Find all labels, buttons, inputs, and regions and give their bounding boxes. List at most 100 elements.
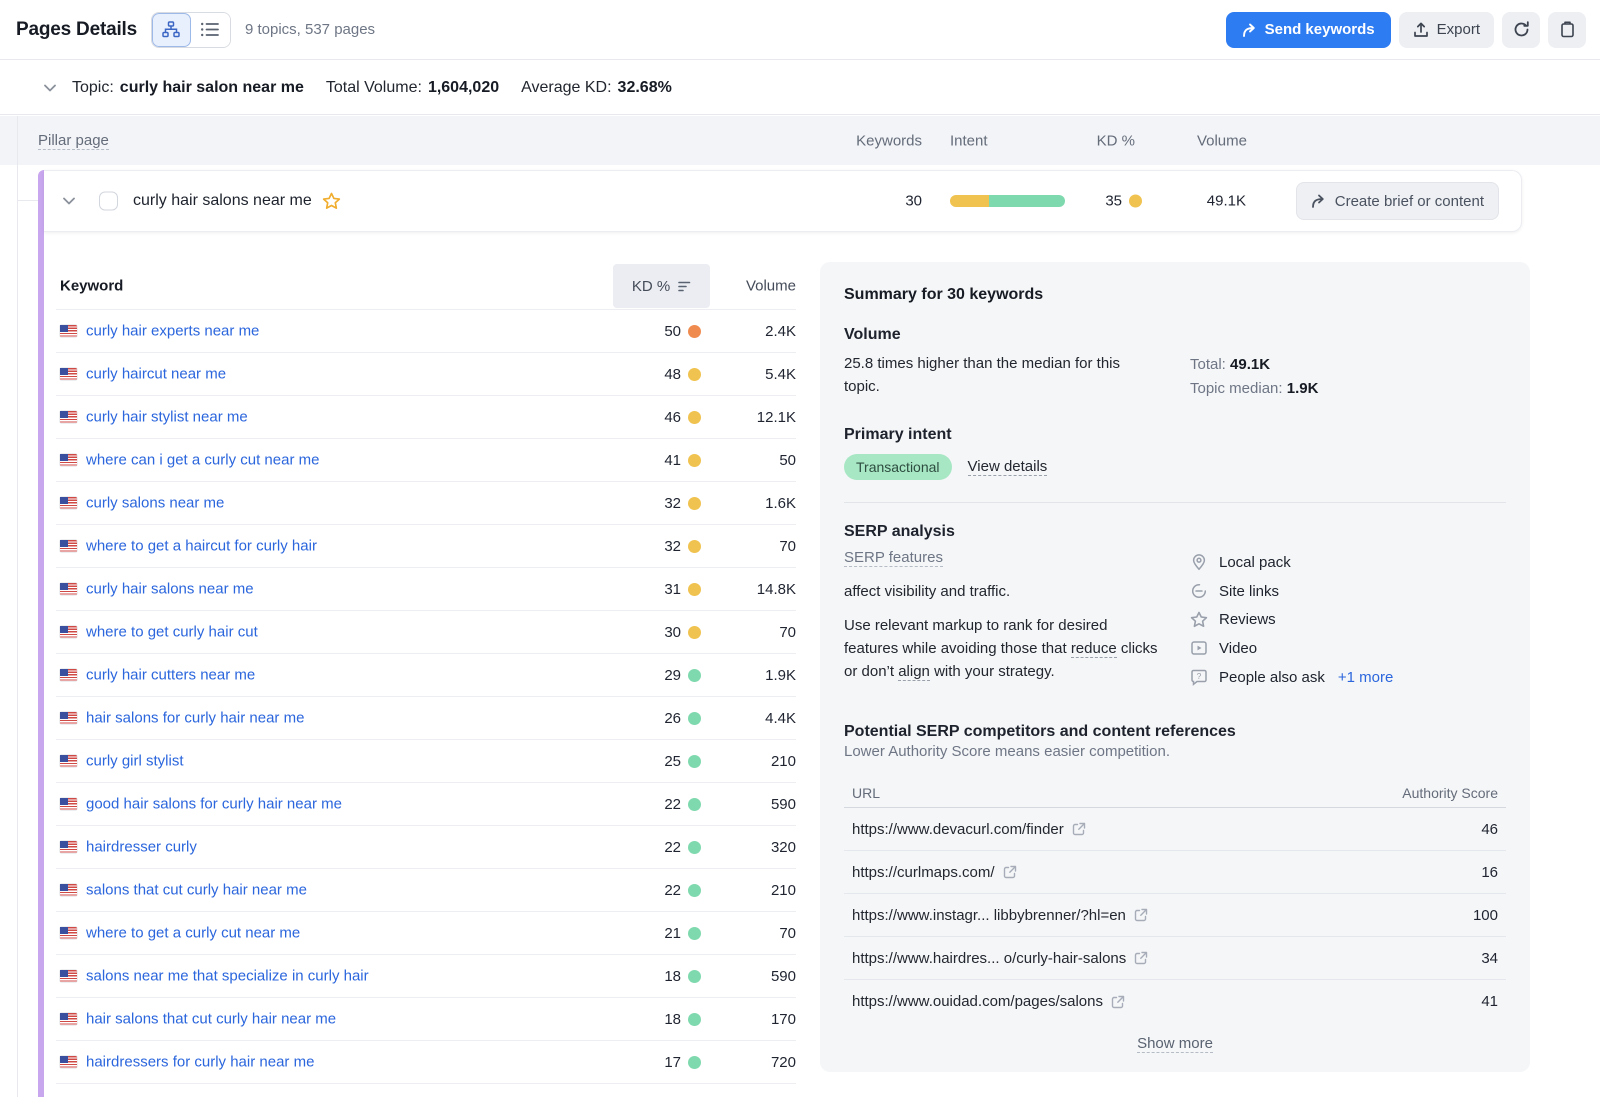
competitor-url-link[interactable]: https://www.ouidad.com/pages/salons [852,993,1125,1010]
keyword-link[interactable]: hairdressers for curly hair near me [86,1054,314,1071]
keyword-row: curly girl stylist 25 210 [56,740,796,783]
align-link[interactable]: align [898,663,930,681]
refresh-button[interactable] [1502,12,1540,48]
us-flag-icon [60,798,77,810]
sort-descending-icon [678,281,691,292]
competitor-url-link[interactable]: https://www.instagr... libbybrenner/?hl=… [852,907,1148,924]
kd-dot [688,798,701,811]
video-icon [1190,639,1208,657]
keyword-link[interactable]: curly girl stylist [86,753,184,770]
keyword-row: curly haircut near me 48 5.4K [56,353,796,396]
kd-value: 21 [664,925,681,942]
view-details-link[interactable]: View details [968,458,1048,476]
volume-value: 320 [706,826,796,868]
show-more-link[interactable]: Show more [1137,1035,1213,1053]
pillar-page-header[interactable]: Pillar page [38,132,109,150]
keyword-row: curly hair experts near me 50 2.4K [56,310,796,353]
create-brief-button[interactable]: Create brief or content [1296,182,1499,220]
kd-cell: 32 [596,482,701,524]
volume-value: 2.4K [706,310,796,352]
list-view-toggle[interactable] [191,13,230,47]
us-flag-icon [60,927,77,939]
keyword-link[interactable]: hair salons that cut curly hair near me [86,1011,336,1028]
serp-feature-local-pack: Local pack [1190,553,1506,571]
keyword-row: where can i get a curly cut near me 41 5… [56,439,796,482]
keyword-link[interactable]: curly salons near me [86,495,224,512]
competitors-table-header: URL Authority Score [844,778,1506,808]
site-links-icon [1190,582,1208,600]
keyword-link[interactable]: curly hair cutters near me [86,667,255,684]
competitor-url-link[interactable]: https://www.hairdres... o/curly-hair-sal… [852,950,1148,967]
kd-column-header: KD % [1060,132,1135,149]
authority-score-value: 46 [1481,821,1498,838]
pillar-collapse-chevron-icon[interactable] [63,197,75,205]
keyword-link[interactable]: curly haircut near me [86,366,226,383]
keyword-row: hair salons that cut curly hair near me … [56,998,796,1041]
us-flag-icon [60,368,77,380]
view-toggle [151,12,231,48]
kd-value: 48 [664,366,681,383]
kd-cell: 50 [596,310,701,352]
tree-view-toggle[interactable] [152,13,191,47]
topic-name: curly hair salon near me [120,79,304,97]
topic-collapse-chevron-icon[interactable] [44,84,56,92]
us-flag-icon [60,1056,77,1068]
keyword-row: good hair salons for curly hair near me … [56,783,796,826]
authority-score-header: Authority Score [1402,785,1498,801]
keyword-row: where to get a curly cut near me 21 70 [56,912,796,955]
keyword-link[interactable]: salons that cut curly hair near me [86,882,307,899]
star-icon[interactable] [322,192,341,210]
url-header: URL [852,785,880,801]
keyword-link[interactable]: curly hair stylist near me [86,409,248,426]
toolbar-actions: Send keywords Export [1226,12,1586,48]
keyword-link[interactable]: where to get curly hair cut [86,624,258,641]
kd-cell: 18 [596,955,701,997]
kd-cell: 21 [596,912,701,954]
us-flag-icon [60,583,77,595]
keyword-link[interactable]: hairdresser curly [86,839,197,856]
keyword-row: curly hair cutters near me 29 1.9K [56,654,796,697]
volume-value: 50 [706,439,796,481]
more-features-link[interactable]: +1 more [1338,669,1393,686]
intent-distribution-bar[interactable] [950,195,1065,207]
tree-guide-connector [17,200,38,201]
kd-dot [688,497,701,510]
pillar-volume-value: 49.1K [1160,193,1246,210]
export-button[interactable]: Export [1399,12,1494,48]
competitor-url-link[interactable]: https://curlmaps.com/ [852,864,1017,881]
serp-feature-video: Video [1190,639,1506,657]
kd-cell: 29 [596,654,701,696]
summary-panel: Summary for 30 keywords Volume 25.8 time… [820,262,1530,1072]
competitor-url-link[interactable]: https://www.devacurl.com/finder [852,821,1086,838]
authority-score-value: 100 [1473,907,1498,924]
external-link-icon [1134,951,1148,965]
keyword-link[interactable]: curly hair experts near me [86,323,259,340]
keyword-row: salons near me that specialize in curly … [56,955,796,998]
pillar-keywords-count: 30 [830,193,922,210]
keyword-link[interactable]: curly hair salons near me [86,581,254,598]
pillar-checkbox[interactable] [99,192,118,211]
clipboard-button[interactable] [1548,12,1586,48]
reduce-link[interactable]: reduce [1071,640,1117,658]
keywords-column-header: Keywords [830,132,922,149]
kd-value: 26 [664,710,681,727]
kd-cell: 31 [596,568,701,610]
kd-value: 50 [664,323,681,340]
competitor-row: https://www.devacurl.com/finder 46 [844,808,1506,851]
kd-dot [688,1056,701,1069]
volume-value: 1.9K [706,654,796,696]
keyword-link[interactable]: where to get a curly cut near me [86,925,300,942]
serp-features-link[interactable]: SERP features [844,549,943,567]
send-keywords-button[interactable]: Send keywords [1226,12,1391,48]
keyword-link[interactable]: where can i get a curly cut near me [86,452,319,469]
volume-value: 5.4K [706,353,796,395]
us-flag-icon [60,755,77,767]
volume-value: 210 [706,740,796,782]
keyword-link[interactable]: good hair salons for curly hair near me [86,796,342,813]
kd-sort-header[interactable]: KD % [613,264,710,308]
serp-paragraph: Use relevant markup to rank for desired … [844,614,1160,683]
show-more-row: Show more [844,1035,1506,1053]
keyword-link[interactable]: where to get a haircut for curly hair [86,538,317,555]
keyword-link[interactable]: hair salons for curly hair near me [86,710,304,727]
keyword-link[interactable]: salons near me that specialize in curly … [86,968,369,985]
